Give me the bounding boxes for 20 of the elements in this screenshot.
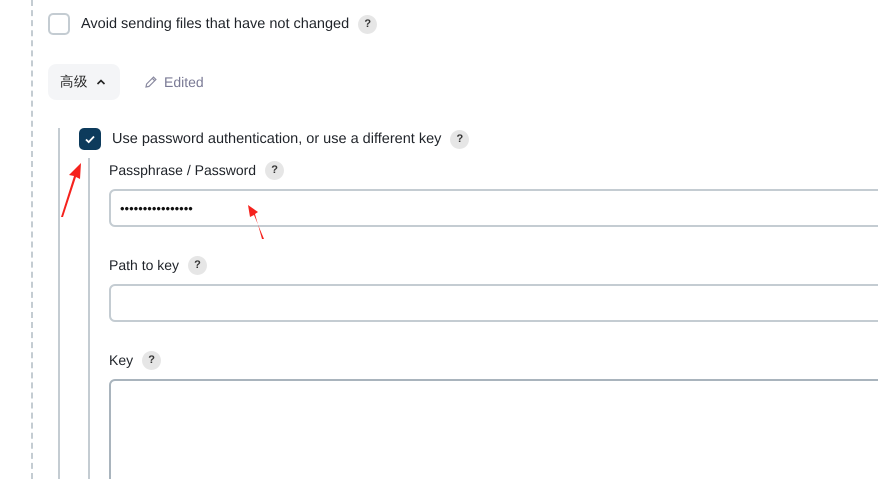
caret-icon [96,77,106,87]
field-label: Key [109,352,134,368]
annotation-arrow [60,162,84,218]
annotation-arrow [246,204,266,240]
password-field[interactable]: •••••••••••••••• [109,189,878,227]
field-label: Path to key [109,257,180,273]
checkmark-icon [84,133,96,145]
pencil-icon [144,75,158,89]
help-icon[interactable]: ? [142,350,162,370]
edited-label: Edited [164,74,204,90]
help-icon[interactable]: ? [265,160,284,180]
help-icon[interactable]: ? [358,14,378,34]
help-icon[interactable]: ? [450,130,470,148]
checkbox[interactable] [79,128,101,150]
help-icon[interactable]: ? [188,256,208,274]
field-label: Passphrase / Password [109,162,256,178]
checkbox-label: Use password authentication, or use a different key [112,131,442,147]
checkbox-label: Avoid sending files that have not changed [81,16,350,32]
advanced-toggle-button[interactable]: 高级 [48,64,120,100]
input-field[interactable] [109,284,878,322]
